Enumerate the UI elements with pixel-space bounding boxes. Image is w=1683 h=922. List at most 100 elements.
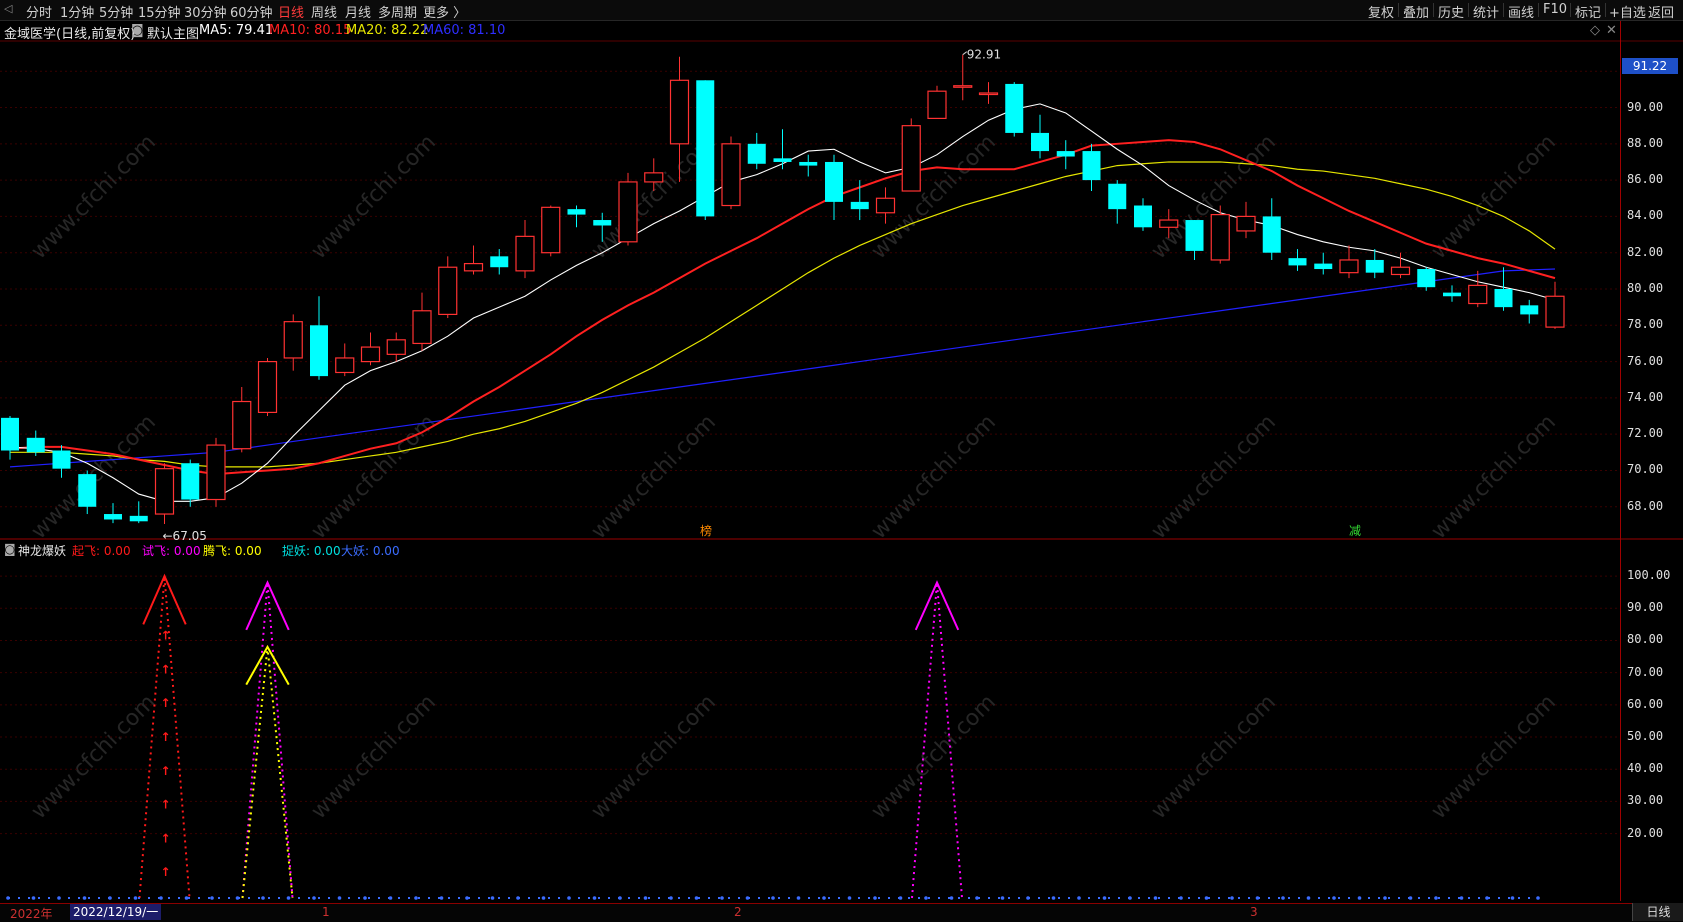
watermark-text: www.cfchi.com [27, 690, 161, 824]
candle-body [1082, 151, 1101, 181]
current-price-tag: 91.22 [1622, 58, 1678, 74]
date-axis: 2022年 [0, 903, 1683, 922]
candle-body [825, 161, 843, 202]
qifei-label: 起飞: 0.00 [72, 544, 131, 558]
baseline-dot [1026, 896, 1030, 900]
baseline-dot [363, 896, 367, 900]
baseline-dot [1536, 896, 1540, 900]
candle-body [618, 181, 638, 243]
baseline-dot [1179, 896, 1183, 900]
qifei-arrow-icon: ↑ [161, 798, 171, 812]
candle-body [104, 514, 122, 520]
baseline-dot [541, 896, 546, 900]
baseline-dot [898, 896, 903, 900]
candle-body [412, 310, 432, 345]
watermark-text: www.cfchi.com [867, 690, 1001, 824]
watermark-text: www.cfchi.com [587, 690, 721, 824]
candle-body [1390, 266, 1411, 276]
candle-body [515, 235, 535, 272]
y-tick-label: 76.00 [1627, 353, 1664, 368]
candle-body [1314, 263, 1333, 270]
indicator-settings-icon[interactable]: ◙ [4, 542, 16, 556]
candle-body [257, 360, 278, 414]
month-label-1: 1 [322, 905, 330, 919]
baseline-dot [873, 896, 877, 900]
period-daily-button[interactable]: 日线 [1632, 903, 1683, 921]
candle-body [799, 161, 818, 166]
candle-body [181, 463, 200, 500]
qifei-arrow-icon: ↑ [161, 865, 171, 879]
baseline-dot [1281, 896, 1285, 900]
candle-body [1468, 284, 1488, 305]
y-tick-label: 86.00 [1627, 172, 1664, 187]
y-tick-label: 90.00 [1627, 99, 1664, 114]
candle-body [1210, 213, 1230, 261]
qifei-arrow-icon: ↑ [161, 629, 171, 643]
candle-body [1262, 216, 1281, 253]
watermark-text: www.cfchi.com [1427, 410, 1561, 544]
baseline-dot [1510, 896, 1515, 900]
y-tick-label: 72.00 [1627, 426, 1664, 441]
kline-chart[interactable]: www.cfchi.com www.cfchi.com www.cfchi.com w… [0, 0, 1683, 921]
baseline-dot [108, 896, 112, 900]
candle-body [901, 125, 921, 192]
baseline-dot [669, 896, 673, 900]
candle-body [232, 400, 252, 450]
watermark-text: www.cfchi.com [1147, 410, 1281, 544]
candle-body [927, 90, 947, 120]
candle-body [850, 201, 869, 210]
candle-body [669, 79, 690, 145]
candle-body [978, 92, 999, 96]
candle-body [26, 437, 45, 453]
baseline-dot [975, 896, 979, 900]
candle-body [593, 220, 612, 226]
baseline-dot [822, 896, 826, 900]
baseline-dot [1383, 896, 1387, 900]
candle-body [1134, 205, 1152, 228]
candle-body [696, 80, 715, 217]
watermark-text: www.cfchi.com [1427, 130, 1561, 264]
candle-body [721, 143, 741, 207]
candle-body [283, 321, 303, 359]
watermark-text: www.cfchi.com [867, 130, 1001, 264]
candle-body [1185, 220, 1204, 251]
candle-body [1236, 215, 1256, 232]
candle-body [747, 143, 766, 164]
candle-body [1, 417, 19, 451]
zhuoyao-label: 捉妖: 0.00 [282, 544, 341, 558]
baseline-dot [847, 896, 852, 900]
shifei-label: 试飞: 0.00 [142, 544, 201, 558]
candle-body [438, 266, 458, 316]
baseline-dot [924, 896, 928, 900]
candle-body [154, 468, 175, 515]
reduce-mark: 减 [1349, 524, 1361, 538]
baseline-dot [57, 896, 61, 900]
ind-y-tick-label: 30.00 [1627, 793, 1664, 808]
baseline-dot [184, 896, 189, 900]
baseline-dot [133, 896, 138, 900]
baseline-dot [1077, 896, 1081, 900]
tengfei-label: 腾飞: 0.00 [203, 544, 262, 558]
baseline-dot [337, 896, 342, 900]
baseline-dot [159, 896, 163, 900]
candle-body [335, 357, 355, 374]
candle-body [206, 444, 226, 501]
baseline-dot [235, 896, 240, 900]
baseline-dot [1153, 896, 1158, 900]
baseline-dot [1408, 896, 1413, 900]
baseline-dot [1051, 896, 1056, 900]
baseline-dot [1459, 896, 1464, 900]
baseline-dot [567, 896, 571, 900]
candle-body [78, 474, 97, 507]
baseline-dot [516, 896, 520, 900]
baseline-dot [388, 896, 393, 900]
candle-body [1417, 269, 1436, 288]
month-label-2: 2 [734, 905, 742, 919]
candle-body [1443, 292, 1461, 297]
candle-body [386, 339, 406, 355]
candle-body [541, 206, 561, 254]
baseline-dot [694, 896, 699, 900]
baseline-dot [720, 896, 724, 900]
indicator-name[interactable]: 神龙爆妖 [18, 542, 66, 559]
qifei-arrow-icon: ↑ [161, 831, 171, 845]
